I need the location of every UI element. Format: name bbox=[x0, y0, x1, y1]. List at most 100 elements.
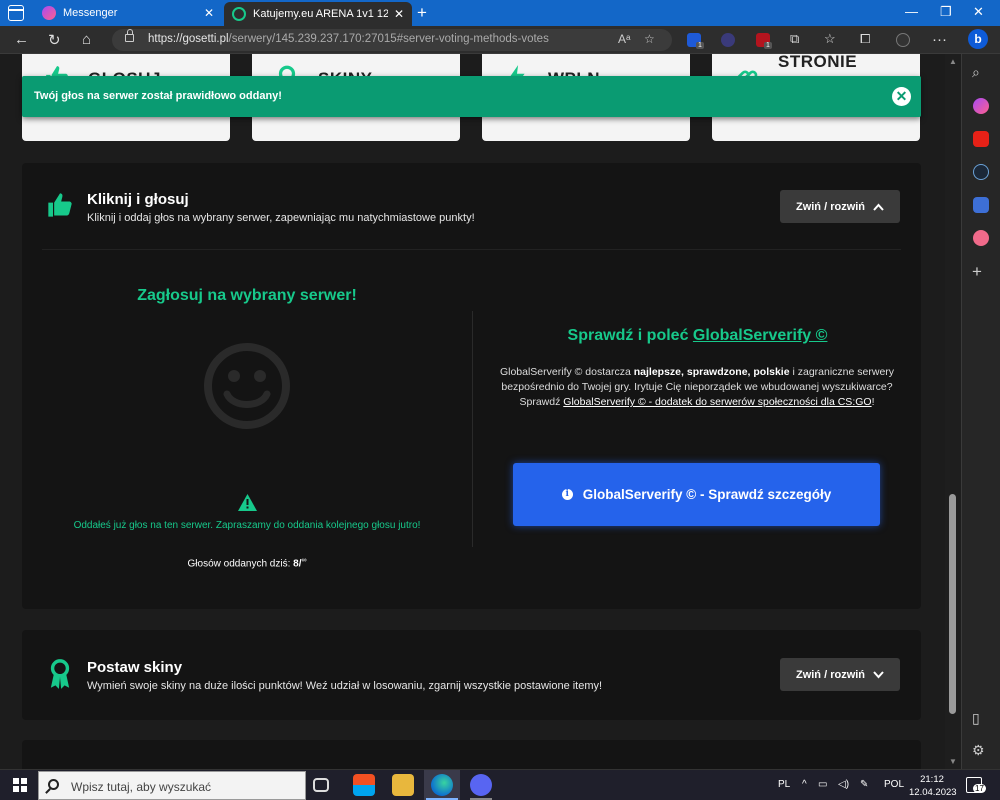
address-bar[interactable]: https://gosetti.pl/serwery/145.239.237.1… bbox=[112, 29, 672, 51]
method-label: NA SWOJEJ STRONIE bbox=[778, 54, 858, 71]
minimize-icon[interactable]: — bbox=[905, 4, 918, 19]
panel-subtitle: Wymień swoje skiny na duże ilości punktó… bbox=[87, 680, 603, 692]
url-text: https://gosetti.pl/serwery/145.239.237.1… bbox=[148, 33, 549, 45]
tab-messenger[interactable]: Messenger ✕ bbox=[34, 0, 222, 26]
extension-circle-icon[interactable] bbox=[721, 33, 735, 47]
home-icon[interactable]: ⌂ bbox=[82, 31, 91, 48]
info-icon: i bbox=[561, 489, 573, 500]
gs-heading: Sprawdź i poleć GlobalServerify © bbox=[474, 327, 921, 345]
tab-title: Katujemy.eu ARENA 1v1 128TR N bbox=[253, 8, 388, 20]
collapse-label: Zwiń / rozwiń bbox=[795, 200, 866, 213]
search-icon bbox=[48, 779, 59, 790]
windows-start-icon[interactable] bbox=[13, 778, 27, 792]
globalserverify-details-button[interactable]: i GlobalServerify © - Sprawdź szczegóły bbox=[513, 463, 880, 526]
browser-toolbar: ← ↻ ⌂ https://gosetti.pl/serwery/145.239… bbox=[0, 26, 1000, 54]
extensions-puzzle-icon[interactable]: ⧉ bbox=[790, 31, 799, 47]
ms-store-icon[interactable] bbox=[353, 774, 375, 796]
site-favicon-icon bbox=[232, 7, 246, 21]
app-icon[interactable] bbox=[973, 230, 989, 246]
extension-badge: 1 bbox=[696, 42, 704, 49]
panel-title: Kliknij i głosuj bbox=[87, 191, 189, 208]
close-tab-icon[interactable]: ✕ bbox=[394, 7, 404, 21]
collapse-toggle-button[interactable]: Zwiń / rozwiń bbox=[780, 190, 900, 223]
gs-desc-bold: najlepsze, sprawdzone, polskie bbox=[633, 366, 790, 378]
file-explorer-icon[interactable] bbox=[392, 774, 414, 796]
collapse-label: Zwiń / rozwiń bbox=[795, 668, 866, 681]
close-tab-icon[interactable]: ✕ bbox=[204, 6, 214, 20]
gs-desc-text: GlobalServerify © dostarcza bbox=[499, 366, 631, 378]
search-icon[interactable]: ⌕ bbox=[972, 64, 980, 81]
profile-avatar[interactable] bbox=[896, 33, 910, 47]
extension-badge: 1 bbox=[764, 42, 772, 49]
already-voted-message: Oddałeś już głos na ten serwer. Zaprasza… bbox=[73, 520, 421, 531]
show-hidden-icons[interactable]: ^ bbox=[802, 779, 807, 790]
chevron-down-icon bbox=[873, 670, 884, 678]
gs-button-label: GlobalServerify © - Sprawdź szczegóły bbox=[582, 487, 832, 502]
pen-icon[interactable]: ✎ bbox=[860, 779, 868, 790]
more-menu-icon[interactable]: ··· bbox=[932, 31, 947, 48]
collections-icon[interactable]: ⧠ bbox=[860, 31, 870, 47]
messenger-icon[interactable] bbox=[973, 98, 989, 114]
notification-count: 17 bbox=[973, 784, 986, 793]
scroll-thumb[interactable] bbox=[949, 494, 956, 714]
tab-actions-icon[interactable] bbox=[8, 5, 24, 21]
clock[interactable]: 21:12 12.04.2023 bbox=[909, 773, 957, 799]
panel-subtitle: Kliknij i oddaj głos na wybrany serwer, … bbox=[87, 212, 475, 224]
skins-panel: Postaw skiny Wymień swoje skiny na duże … bbox=[22, 630, 921, 720]
page-viewport: GŁOSUJ SKINY WPŁN NA SWOJEJ STRONIE Twój… bbox=[0, 54, 945, 769]
back-icon[interactable]: ← bbox=[14, 31, 29, 48]
messenger-icon bbox=[42, 6, 56, 20]
search-placeholder: Wpisz tutaj, aby wyszukać bbox=[71, 780, 212, 794]
new-tab-icon[interactable]: + bbox=[417, 3, 427, 23]
tab-title: Messenger bbox=[63, 7, 118, 19]
gs-description: GlobalServerify © dostarcza najlepsze, s… bbox=[492, 365, 902, 410]
gs-heading-link[interactable]: GlobalServerify © bbox=[693, 327, 828, 344]
settings-gear-icon[interactable]: ⚙ bbox=[972, 742, 985, 759]
gs-desc-end: ! bbox=[871, 396, 875, 408]
award-icon bbox=[50, 659, 70, 689]
collapse-toggle-button[interactable]: Zwiń / rozwiń bbox=[780, 658, 900, 691]
discord-icon[interactable] bbox=[470, 774, 492, 796]
add-app-icon[interactable]: + bbox=[972, 262, 982, 282]
refresh-icon[interactable]: ↻ bbox=[48, 31, 61, 49]
thumbs-up-icon bbox=[48, 193, 72, 217]
gs-addon-link[interactable]: GlobalServerify © - dodatek do serwerów … bbox=[563, 396, 871, 408]
warning-icon bbox=[238, 494, 257, 511]
panel-divider bbox=[42, 249, 901, 250]
scroll-down-icon[interactable]: ▼ bbox=[949, 757, 957, 766]
close-window-icon[interactable]: ✕ bbox=[973, 4, 984, 20]
chevron-up-icon bbox=[873, 203, 884, 211]
clock-time: 21:12 bbox=[920, 774, 944, 785]
taskbar-search-input[interactable]: Wpisz tutaj, aby wyszukać bbox=[38, 771, 306, 800]
vote-heading: Zagłosuj na wybrany serwer! bbox=[137, 287, 357, 304]
close-toast-icon[interactable]: ✕ bbox=[892, 87, 911, 106]
votes-today: Głosów oddanych dziś: 8/∞ bbox=[22, 557, 472, 569]
restore-icon[interactable]: ❐ bbox=[940, 4, 952, 20]
network-icon[interactable]: ▭ bbox=[818, 779, 827, 790]
youtube-icon[interactable] bbox=[973, 131, 989, 147]
task-view-icon[interactable] bbox=[313, 778, 329, 792]
windows-taskbar: Wpisz tutaj, aby wyszukać PL ^ ▭ ◁) ✎ PO… bbox=[0, 769, 1000, 800]
read-aloud-icon[interactable]: Aᵃ bbox=[618, 32, 630, 46]
scroll-up-icon[interactable]: ▲ bbox=[949, 57, 957, 66]
lock-icon bbox=[125, 29, 134, 42]
favorite-star-icon[interactable]: ☆ bbox=[644, 32, 655, 46]
url-host: https://gosetti.pl bbox=[148, 33, 229, 45]
edge-sidebar: ⌕ + ▯ ⚙ bbox=[961, 54, 1000, 769]
language-indicator[interactable]: PL bbox=[778, 779, 790, 790]
page-scrollbar[interactable]: ▲ ▼ bbox=[945, 54, 961, 769]
input-language[interactable]: POL bbox=[884, 779, 904, 790]
steam-icon[interactable] bbox=[973, 164, 989, 180]
bing-chat-icon[interactable]: b bbox=[968, 29, 988, 49]
votes-today-label: Głosów oddanych dziś: bbox=[187, 558, 291, 570]
success-toast: Twój głos na serwer został prawidłowo od… bbox=[22, 76, 921, 117]
tab-katujemy[interactable]: Katujemy.eu ARENA 1v1 128TR N ✕ bbox=[224, 2, 412, 26]
votes-today-max: ∞ bbox=[301, 557, 307, 564]
teams-icon[interactable] bbox=[973, 197, 989, 213]
smiley-icon[interactable] bbox=[203, 342, 291, 430]
edge-icon[interactable] bbox=[431, 774, 453, 796]
volume-icon[interactable]: ◁) bbox=[838, 779, 849, 790]
favorites-icon[interactable]: ☆ bbox=[824, 31, 836, 47]
sidebar-layout-icon[interactable]: ▯ bbox=[972, 710, 980, 727]
url-path: /serwery/145.239.237.170:27015#server-vo… bbox=[228, 33, 549, 45]
